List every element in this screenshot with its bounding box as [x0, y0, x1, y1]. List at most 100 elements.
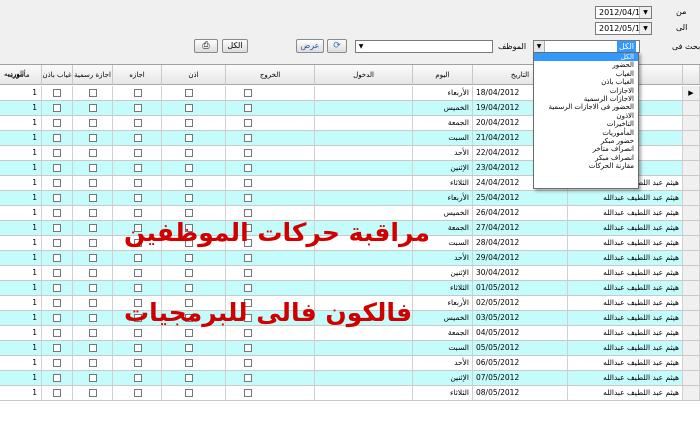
table-row[interactable]: هيثم عبد اللطيف عبدالله 05/05/2012 السبت 1 — [0, 341, 700, 356]
permission-checkbox[interactable] — [244, 179, 252, 187]
absence-permission-checkbox[interactable] — [89, 224, 97, 232]
print-button[interactable]: ⎙ — [194, 39, 218, 53]
absence-permission-checkbox[interactable] — [89, 299, 97, 307]
absence-permission-checkbox[interactable] — [89, 194, 97, 202]
official-leave-checkbox[interactable] — [134, 149, 142, 157]
table-row[interactable]: هيثم عبد اللطيف عبدالله 01/05/2012 الثلاثا… — [0, 281, 700, 296]
permission-checkbox[interactable] — [244, 359, 252, 367]
leave-checkbox[interactable] — [185, 209, 193, 217]
dropdown-option[interactable]: الحضور — [534, 61, 638, 69]
row-header[interactable] — [683, 311, 700, 325]
row-header[interactable] — [683, 356, 700, 370]
leave-checkbox[interactable] — [185, 329, 193, 337]
row-header[interactable] — [683, 386, 700, 400]
row-header[interactable]: ▶ — [683, 86, 700, 100]
mission-checkbox[interactable] — [53, 329, 61, 337]
dropdown-option[interactable]: الاجازات — [534, 87, 638, 95]
row-header[interactable] — [683, 161, 700, 175]
absence-permission-checkbox[interactable] — [89, 389, 97, 397]
table-row[interactable]: هيثم عبد اللطيف عبدالله 07/05/2012 الإثنين… — [0, 371, 700, 386]
dropdown-option[interactable]: انصراف متاخر — [534, 145, 638, 153]
mission-checkbox[interactable] — [53, 284, 61, 292]
mission-checkbox[interactable] — [53, 299, 61, 307]
official-leave-checkbox[interactable] — [134, 254, 142, 262]
search-in-dropdown-list[interactable]: الكل الحضور الغياب الغياب باذن الاجازات الاجا… — [533, 52, 639, 189]
chevron-down-icon[interactable]: ▼ — [356, 41, 366, 52]
mission-checkbox[interactable] — [53, 149, 61, 157]
table-row[interactable]: هيثم عبد اللطيف عبدالله 06/05/2012 الأحد 1 — [0, 356, 700, 371]
absence-permission-checkbox[interactable] — [89, 329, 97, 337]
row-header[interactable] — [683, 116, 700, 130]
leave-checkbox[interactable] — [185, 179, 193, 187]
absence-permission-checkbox[interactable] — [89, 359, 97, 367]
dropdown-option[interactable]: الاجازات الرسمية — [534, 95, 638, 103]
official-leave-checkbox[interactable] — [134, 269, 142, 277]
official-leave-checkbox[interactable] — [134, 359, 142, 367]
to-date-picker[interactable]: 2012/05/18 ▼ — [595, 22, 652, 35]
leave-checkbox[interactable] — [185, 194, 193, 202]
dropdown-option[interactable]: الغياب — [534, 70, 638, 78]
absence-permission-checkbox[interactable] — [89, 314, 97, 322]
official-leave-checkbox[interactable] — [134, 209, 142, 217]
permission-checkbox[interactable] — [244, 134, 252, 142]
row-header[interactable] — [683, 191, 700, 205]
row-header[interactable] — [683, 296, 700, 310]
row-header[interactable] — [683, 236, 700, 250]
official-leave-checkbox[interactable] — [134, 389, 142, 397]
absence-permission-checkbox[interactable] — [89, 209, 97, 217]
permission-checkbox[interactable] — [244, 89, 252, 97]
dropdown-option[interactable]: التاخيرات — [534, 120, 638, 128]
absence-permission-checkbox[interactable] — [89, 104, 97, 112]
leave-checkbox[interactable] — [185, 164, 193, 172]
col-header-leave[interactable]: اجازه — [113, 65, 162, 85]
dropdown-option[interactable]: الاذون — [534, 112, 638, 120]
absence-permission-checkbox[interactable] — [89, 239, 97, 247]
table-row[interactable]: هيثم عبد اللطيف عبدالله 30/04/2012 الإثنين… — [0, 266, 700, 281]
mission-checkbox[interactable] — [53, 134, 61, 142]
absence-permission-checkbox[interactable] — [89, 89, 97, 97]
absence-permission-checkbox[interactable] — [89, 269, 97, 277]
permission-checkbox[interactable] — [244, 329, 252, 337]
chevron-down-icon[interactable]: ▼ — [639, 7, 651, 18]
official-leave-checkbox[interactable] — [134, 164, 142, 172]
leave-checkbox[interactable] — [185, 269, 193, 277]
table-row[interactable]: هيثم عبد اللطيف عبدالله 08/05/2012 الثلاثا… — [0, 386, 700, 401]
official-leave-checkbox[interactable] — [134, 119, 142, 127]
row-header[interactable] — [683, 221, 700, 235]
dropdown-option[interactable]: انصراف مبكر — [534, 154, 638, 162]
mission-checkbox[interactable] — [53, 104, 61, 112]
mission-checkbox[interactable] — [53, 119, 61, 127]
permission-checkbox[interactable] — [244, 269, 252, 277]
mission-checkbox[interactable] — [53, 194, 61, 202]
permission-checkbox[interactable] — [244, 104, 252, 112]
mission-checkbox[interactable] — [53, 389, 61, 397]
row-header[interactable] — [683, 146, 700, 160]
dropdown-option[interactable]: المأموريات — [534, 129, 638, 137]
row-header[interactable] — [683, 326, 700, 340]
leave-checkbox[interactable] — [185, 134, 193, 142]
chevron-down-icon[interactable]: ▼ — [534, 41, 545, 52]
absence-permission-checkbox[interactable] — [89, 344, 97, 352]
permission-checkbox[interactable] — [244, 389, 252, 397]
table-row[interactable]: هيثم عبد اللطيف عبدالله 29/04/2012 الأحد 1 — [0, 251, 700, 266]
leave-checkbox[interactable] — [185, 374, 193, 382]
col-header-official-leave[interactable]: اجازة رسمية — [73, 65, 113, 85]
leave-checkbox[interactable] — [185, 254, 193, 262]
absence-permission-checkbox[interactable] — [89, 374, 97, 382]
col-header-day[interactable]: اليوم — [413, 65, 473, 85]
table-row[interactable]: هيثم عبد اللطيف عبدالله 04/05/2012 الجمعة 1 — [0, 326, 700, 341]
mission-checkbox[interactable] — [53, 239, 61, 247]
col-header-absence-permission[interactable]: غياب باذن — [42, 65, 73, 85]
row-header[interactable] — [683, 131, 700, 145]
row-header[interactable] — [683, 176, 700, 190]
absence-permission-checkbox[interactable] — [89, 164, 97, 172]
dropdown-option[interactable]: حضور مبكر — [534, 137, 638, 145]
official-leave-checkbox[interactable] — [134, 374, 142, 382]
absence-permission-checkbox[interactable] — [89, 179, 97, 187]
permission-checkbox[interactable] — [244, 374, 252, 382]
row-header[interactable] — [683, 251, 700, 265]
row-header[interactable] — [683, 281, 700, 295]
mission-checkbox[interactable] — [53, 374, 61, 382]
col-header-out[interactable]: الخروج — [226, 65, 315, 85]
leave-checkbox[interactable] — [185, 149, 193, 157]
